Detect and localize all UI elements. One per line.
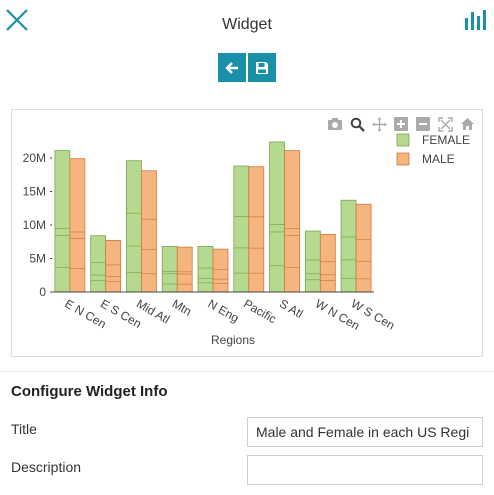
y-tick-label: 0 bbox=[39, 285, 46, 299]
y-tick-label: 15M bbox=[23, 185, 46, 199]
page-title: Widget bbox=[222, 16, 272, 33]
bar-male bbox=[176, 246, 193, 293]
description-label: Description bbox=[11, 459, 82, 475]
bar-male bbox=[284, 150, 300, 293]
y-tick-label: 20M bbox=[23, 151, 46, 165]
bar-male bbox=[319, 233, 336, 293]
title-label: Title bbox=[11, 421, 37, 437]
bar-male bbox=[69, 158, 86, 293]
x-tick-label: S Atl bbox=[277, 296, 305, 320]
y-tick-label: 10M bbox=[23, 218, 46, 232]
legend-label-male: MALE bbox=[422, 152, 455, 166]
bar-female bbox=[269, 141, 285, 293]
arrow-left-icon bbox=[225, 61, 238, 74]
chart-panel: 0 5M 10M 15M 20M E N Cen E S Cen Mid Atl Mtn N En… bbox=[11, 109, 483, 357]
x-tick-label: N Eng bbox=[206, 296, 242, 325]
y-tick-label: 5M bbox=[29, 252, 46, 266]
section-divider bbox=[0, 371, 494, 372]
widget-toolbar bbox=[218, 53, 276, 82]
x-axis-title: Regions bbox=[211, 333, 255, 347]
bar-female bbox=[161, 246, 178, 293]
title-input[interactable] bbox=[247, 417, 483, 447]
description-input[interactable] bbox=[247, 455, 483, 485]
section-title: Configure Widget Info bbox=[11, 383, 168, 400]
legend-swatch-female bbox=[396, 133, 410, 147]
save-button[interactable] bbox=[248, 53, 276, 82]
bar-female bbox=[90, 235, 107, 293]
bar-chart: 05M10M15M20ME N CenE S CenMid AtlMtn N En… bbox=[23, 133, 470, 347]
bar-female bbox=[304, 230, 321, 293]
bar-male bbox=[212, 248, 229, 293]
x-tick-label: Mtn bbox=[170, 296, 194, 318]
save-icon bbox=[256, 61, 268, 74]
top-bar: Widget bbox=[0, 0, 494, 48]
back-button[interactable] bbox=[218, 53, 246, 82]
legend-label-female: FEMALE bbox=[422, 133, 470, 147]
bar-female bbox=[54, 150, 71, 293]
legend-swatch-male bbox=[396, 152, 410, 166]
bar-male bbox=[105, 240, 122, 293]
bar-female bbox=[197, 246, 214, 293]
bar-chart-icon[interactable] bbox=[464, 8, 488, 32]
x-tick-label: Pacific bbox=[241, 296, 279, 326]
